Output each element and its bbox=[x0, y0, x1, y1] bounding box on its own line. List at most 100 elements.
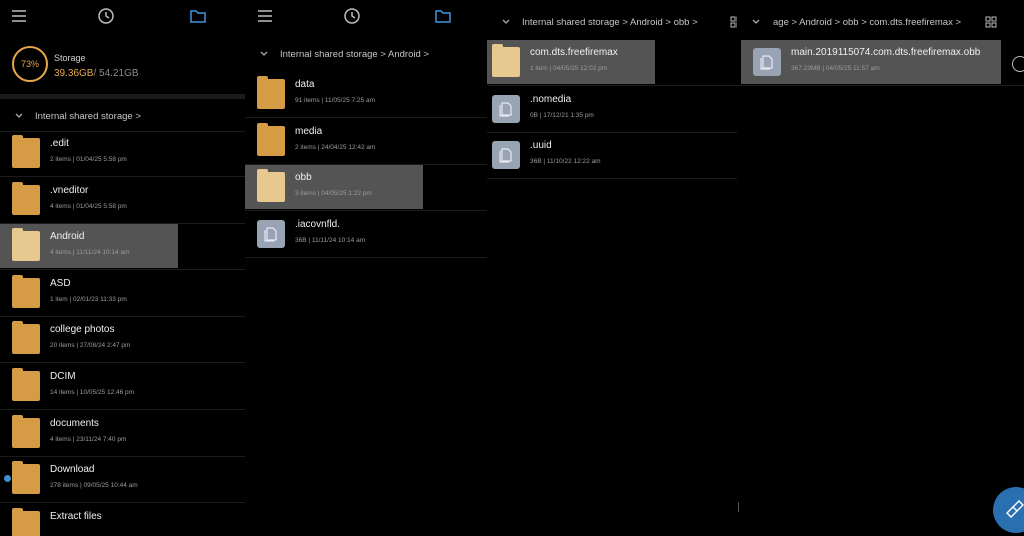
folder-icon bbox=[12, 181, 40, 215]
list-item[interactable]: Extract files bbox=[0, 504, 178, 536]
item-name: .nomedia bbox=[530, 93, 572, 105]
divider bbox=[737, 85, 1024, 86]
item-meta: 4 items | 01/04/25 5:58 pm bbox=[50, 202, 127, 210]
scroll-handle bbox=[738, 502, 739, 512]
item-name: main.2019115074.com.dts.freefiremax.obb bbox=[791, 47, 981, 58]
chevron-down-icon[interactable] bbox=[501, 17, 511, 27]
item-meta: 4 items | 11/11/24 10:14 am bbox=[50, 249, 130, 257]
divider bbox=[245, 256, 487, 258]
item-name: Download bbox=[50, 464, 95, 476]
list-item[interactable]: ASD 1 item | 02/01/23 11:33 pm bbox=[0, 271, 178, 315]
breadcrumb-path[interactable]: age > Android > obb > com.dts.freefirema… bbox=[773, 17, 961, 28]
list-item[interactable]: com.dts.freefiremax 1 item | 04/05/25 12:… bbox=[487, 40, 655, 84]
chevron-down-icon[interactable] bbox=[14, 111, 24, 121]
breadcrumb-path[interactable]: Internal shared storage > Android > bbox=[280, 49, 429, 60]
breadcrumb-path[interactable]: Internal shared storage > bbox=[35, 111, 141, 122]
item-meta: 1 item | 02/01/23 11:33 pm bbox=[50, 295, 127, 303]
item-meta: 91 items | 11/05/25 7:25 am bbox=[295, 97, 375, 104]
item-name: media bbox=[295, 125, 323, 137]
folder-icon bbox=[492, 44, 520, 77]
file-icon bbox=[492, 94, 520, 123]
menu-icon[interactable] bbox=[256, 7, 274, 25]
item-meta: 36B | 11/11/24 10:14 am bbox=[295, 236, 366, 244]
clock-icon[interactable] bbox=[343, 7, 361, 25]
chevron-down-icon[interactable] bbox=[259, 49, 269, 59]
folder-icon bbox=[12, 135, 40, 168]
storage-used-value: 39.36GB bbox=[54, 68, 94, 79]
list-item[interactable]: obb 3 items | 04/05/25 1:22 pm bbox=[245, 165, 423, 210]
file-icon bbox=[753, 48, 781, 76]
list-item[interactable]: main.2019115074.com.dts.freefiremax.obb 3… bbox=[741, 40, 1001, 84]
list-item[interactable]: documents 4 items | 23/11/24 7:40 pm bbox=[0, 411, 178, 455]
list-item[interactable]: college photos 20 items | 27/08/24 2:47 p… bbox=[0, 317, 178, 361]
broom-icon bbox=[1006, 500, 1024, 518]
item-meta: 3 items | 04/05/25 1:22 pm bbox=[295, 190, 372, 198]
list-item[interactable]: data 91 items | 11/05/25 7:25 am bbox=[245, 72, 423, 116]
item-meta: 1 item | 04/05/25 12:02 pm bbox=[530, 65, 608, 72]
item-meta: 4 items | 23/11/24 7:40 pm bbox=[50, 435, 127, 443]
folder-icon bbox=[12, 368, 40, 401]
pane-root: 73% Storage 39.36GB/ 54.21GB Internal sh… bbox=[0, 0, 245, 536]
item-name: Extract files bbox=[50, 510, 102, 522]
breadcrumb[interactable]: Internal shared storage > Android > obb … bbox=[487, 8, 737, 38]
storage-percent-ring: 73% bbox=[12, 46, 48, 82]
menu-icon[interactable] bbox=[10, 7, 28, 25]
item-name: data bbox=[295, 79, 315, 90]
list-item[interactable]: .iacovnfld. 36B | 11/11/24 10:14 am bbox=[245, 212, 423, 256]
folder-icon bbox=[12, 274, 40, 308]
pane-freefiremax: age > Android > obb > com.dts.freefirema… bbox=[737, 0, 1024, 536]
breadcrumb-path[interactable]: Internal shared storage > Android > obb … bbox=[522, 17, 698, 28]
item-name: DCIM bbox=[50, 371, 76, 382]
item-name: Android bbox=[50, 231, 85, 243]
item-name: .uuid bbox=[530, 140, 552, 152]
folder-icon bbox=[257, 169, 285, 203]
top-toolbar bbox=[245, 0, 487, 32]
folder-icon[interactable] bbox=[189, 7, 207, 25]
item-name: .iacovnfld. bbox=[295, 218, 341, 230]
list-item[interactable]: DCIM 14 items | 10/05/25 12:46 pm bbox=[0, 364, 178, 408]
clock-icon[interactable] bbox=[97, 7, 115, 25]
list-item[interactable]: .uuid 36B | 11/10/22 12:22 am bbox=[487, 133, 655, 177]
item-name: documents bbox=[50, 417, 99, 429]
list-item[interactable]: .vneditor 4 items | 01/04/25 5:58 pm bbox=[0, 178, 178, 222]
item-meta: 2 items | 24/04/25 12:42 am bbox=[295, 143, 376, 151]
folder-icon bbox=[12, 507, 40, 536]
item-name: obb bbox=[295, 172, 312, 184]
divider bbox=[487, 178, 737, 180]
top-toolbar bbox=[0, 0, 245, 32]
folder-icon bbox=[12, 321, 40, 355]
item-name: .vneditor bbox=[50, 184, 89, 196]
item-name: com.dts.freefiremax bbox=[530, 47, 618, 58]
list-item[interactable]: Android 4 items | 11/11/24 10:14 am bbox=[0, 224, 178, 269]
list-item[interactable]: Download 278 items | 09/05/25 10:44 am bbox=[0, 457, 178, 501]
item-meta: 367.23MB | 04/05/25 11:57 am bbox=[791, 65, 880, 72]
folder-icon bbox=[12, 461, 40, 495]
grid-view-icon[interactable] bbox=[985, 16, 997, 28]
folder-icon bbox=[257, 76, 285, 109]
folder-icon bbox=[12, 228, 40, 262]
list-item[interactable]: .nomedia 0B | 17/12/21 1:35 pm bbox=[487, 87, 655, 131]
list-item[interactable]: media 2 items | 24/04/25 12:42 am bbox=[245, 119, 423, 163]
breadcrumb[interactable]: Internal shared storage > Android > bbox=[245, 40, 487, 70]
folder-icon[interactable] bbox=[434, 7, 452, 25]
item-name: ASD bbox=[50, 277, 71, 289]
item-meta: 278 items | 09/05/25 10:44 am bbox=[50, 482, 138, 490]
list-item[interactable]: .edit 2 items | 01/04/25 5:58 pm bbox=[0, 131, 178, 175]
breadcrumb[interactable]: Internal shared storage > bbox=[0, 102, 245, 132]
storage-total: / 54.21GB bbox=[93, 68, 139, 79]
grid-view-icon[interactable] bbox=[730, 16, 737, 28]
breadcrumb[interactable]: age > Android > obb > com.dts.freefirema… bbox=[737, 8, 1024, 38]
item-name: .edit bbox=[50, 138, 69, 149]
item-meta: 0B | 17/12/21 1:35 pm bbox=[530, 111, 594, 119]
sync-badge-icon bbox=[4, 475, 11, 483]
radio-icon[interactable] bbox=[1012, 56, 1024, 72]
storage-label: Storage bbox=[54, 53, 86, 63]
chevron-down-icon[interactable] bbox=[751, 17, 761, 27]
pane-android: Internal shared storage > Android > data… bbox=[245, 0, 487, 536]
item-meta: 20 items | 27/08/24 2:47 pm bbox=[50, 342, 131, 350]
file-icon bbox=[257, 219, 285, 248]
file-icon bbox=[492, 141, 520, 170]
folder-icon bbox=[257, 122, 285, 156]
storage-summary[interactable]: 73% Storage 39.36GB/ 54.21GB bbox=[12, 46, 242, 86]
item-name: college photos bbox=[50, 324, 115, 336]
